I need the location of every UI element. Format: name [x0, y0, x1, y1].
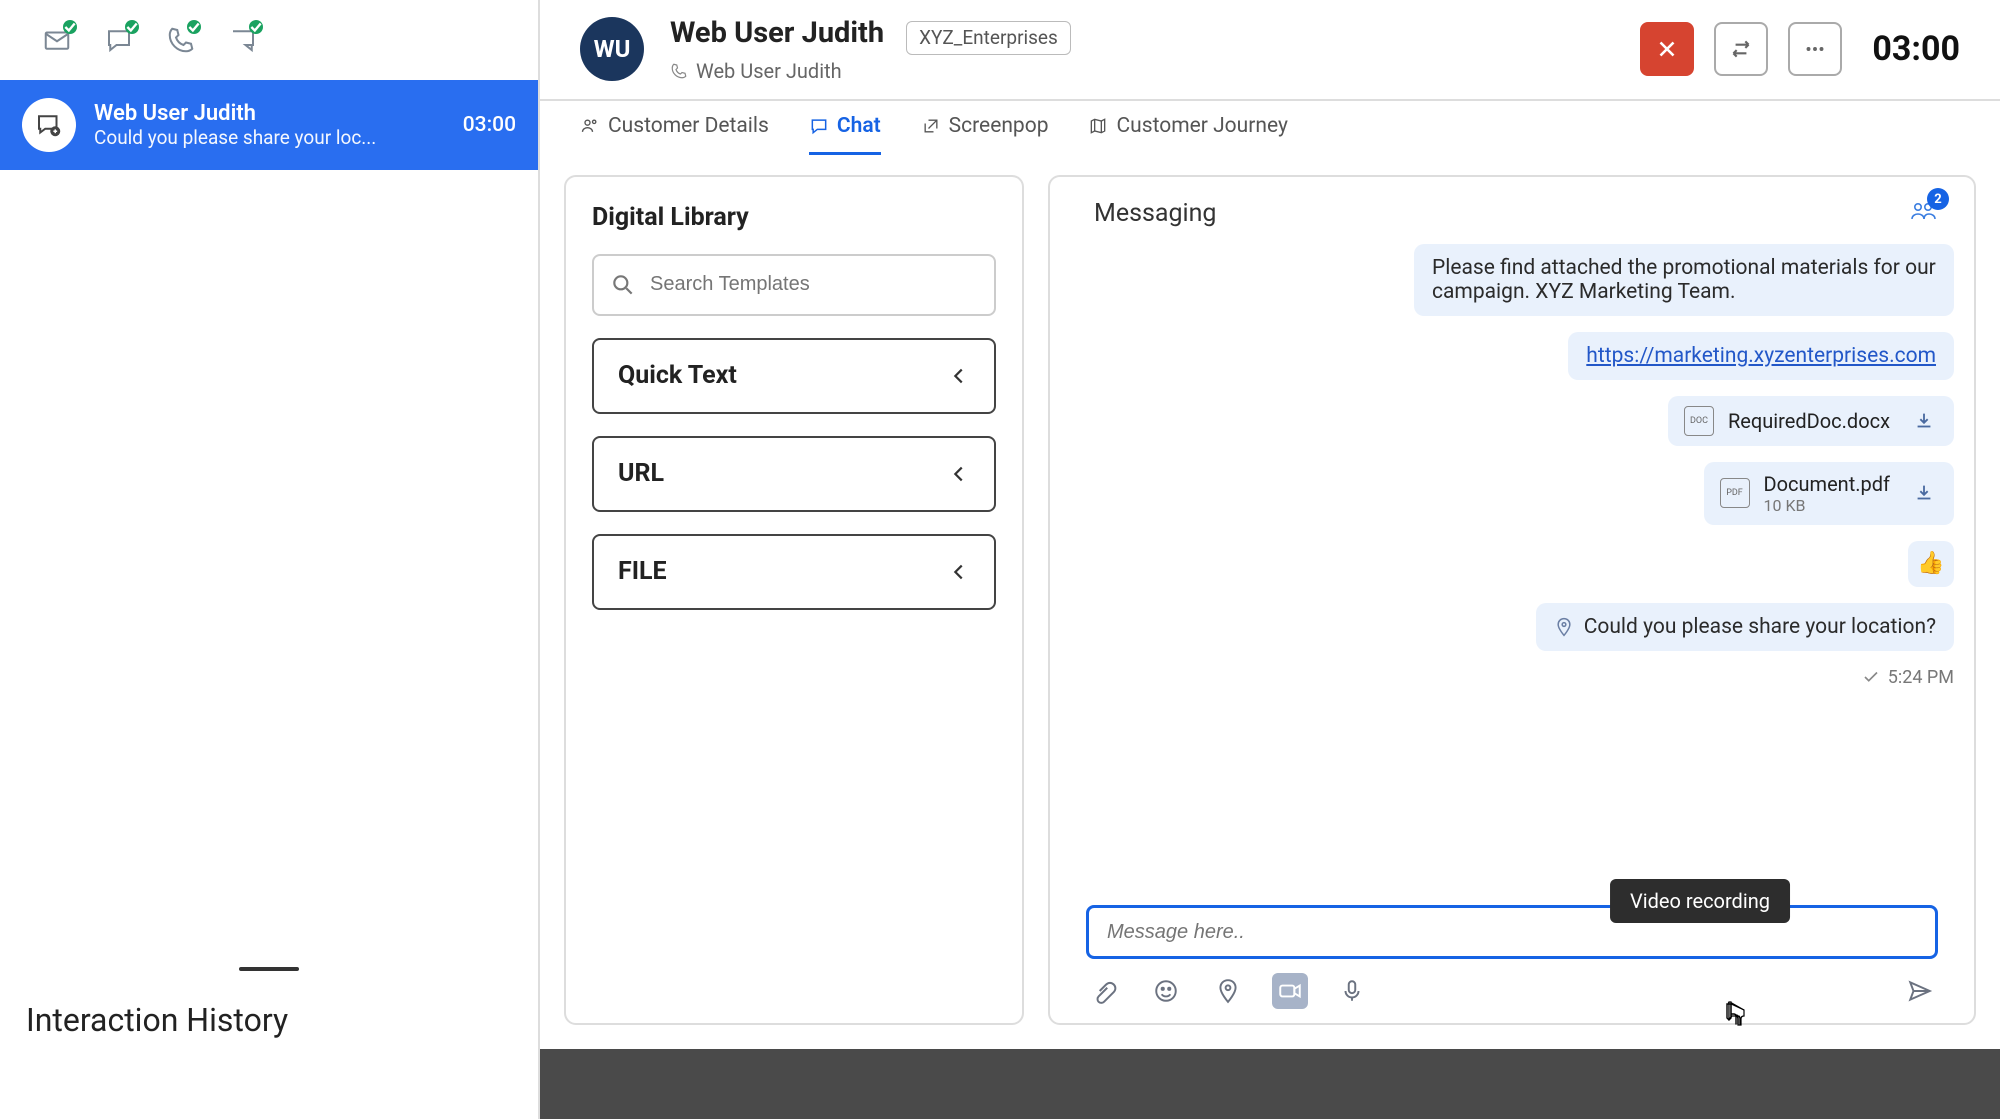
tab-chat[interactable]: Chat	[809, 101, 881, 155]
message-link[interactable]: https://marketing.xyzenterprises.com	[1568, 332, 1954, 380]
check-icon	[1862, 668, 1880, 686]
location-tool[interactable]	[1210, 973, 1246, 1009]
message-bubble: Please find attached the promotional mat…	[1414, 244, 1954, 316]
search-icon	[610, 272, 636, 298]
interaction-timer: 03:00	[1862, 29, 1960, 69]
download-icon[interactable]	[1910, 407, 1938, 435]
template-search[interactable]	[592, 254, 996, 316]
attachment-size: 10 KB	[1764, 496, 1891, 515]
outbound-chat-channel-icon[interactable]	[226, 23, 260, 57]
location-pin-icon	[1554, 617, 1574, 637]
library-row-file[interactable]: FILE	[592, 534, 996, 610]
tab-customer-details[interactable]: Customer Details	[580, 101, 769, 155]
user-icon	[580, 116, 600, 136]
interaction-history-header[interactable]: Interaction History	[0, 975, 538, 1119]
customer-subtitle: Web User Judith	[670, 59, 1614, 83]
attachment-name: RequiredDoc.docx	[1728, 409, 1890, 433]
transfer-button[interactable]	[1714, 22, 1768, 76]
chat-channel-icon[interactable]	[102, 23, 136, 57]
chevron-left-icon	[948, 463, 970, 485]
video-recording-tooltip: Video recording	[1610, 879, 1790, 923]
attachment-tool[interactable]	[1086, 973, 1122, 1009]
mail-channel-icon[interactable]	[40, 23, 74, 57]
close-interaction-button[interactable]	[1640, 22, 1694, 76]
compose-area: Video recording	[1050, 887, 1974, 1023]
conversation-time: 03:00	[463, 113, 516, 137]
participants-count: 2	[1927, 188, 1949, 210]
external-link-icon	[921, 116, 941, 136]
location-request-message: Could you please share your location?	[1536, 603, 1954, 651]
org-badge[interactable]: XYZ_Enterprises	[906, 21, 1071, 55]
customer-header: WU Web User Judith XYZ_Enterprises Web U…	[540, 0, 2000, 101]
phone-channel-icon[interactable]	[164, 23, 198, 57]
participants-button[interactable]: 2	[1910, 199, 1938, 227]
mouse-cursor-icon	[1720, 1001, 1746, 1029]
library-row-url[interactable]: URL	[592, 436, 996, 512]
digital-library-title: Digital Library	[592, 203, 996, 232]
channel-icons	[0, 0, 538, 80]
download-icon[interactable]	[1910, 479, 1938, 507]
library-row-quick-text[interactable]: Quick Text	[592, 338, 996, 414]
tabs: Customer Details Chat Screenpop Customer…	[540, 101, 2000, 155]
tab-customer-journey[interactable]: Customer Journey	[1088, 101, 1287, 155]
attachment-name: Document.pdf	[1764, 472, 1891, 496]
customer-avatar: WU	[580, 17, 644, 81]
emoji-tool[interactable]	[1148, 973, 1184, 1009]
chevron-left-icon	[948, 365, 970, 387]
left-panel: Web User Judith Could you please share y…	[0, 0, 540, 1119]
tab-screenpop[interactable]: Screenpop	[921, 101, 1049, 155]
attachment-row[interactable]: DOC RequiredDoc.docx	[1668, 396, 1954, 446]
phone-icon	[670, 62, 688, 80]
panel-drag-handle[interactable]	[0, 951, 538, 975]
template-search-input[interactable]	[650, 273, 978, 296]
customer-name: Web User Judith	[670, 16, 884, 50]
attachment-row[interactable]: PDF Document.pdf 10 KB	[1704, 462, 1955, 525]
send-button[interactable]	[1902, 973, 1938, 1009]
audio-tool[interactable]	[1334, 973, 1370, 1009]
message-reaction[interactable]: 👍	[1908, 541, 1954, 587]
chat-icon	[809, 116, 829, 136]
conversation-item-active[interactable]: Web User Judith Could you please share y…	[0, 80, 538, 170]
messages-scroll[interactable]: Please find attached the promotional mat…	[1050, 236, 1974, 887]
more-actions-button[interactable]	[1788, 22, 1842, 76]
video-recording-tool[interactable]	[1272, 973, 1308, 1009]
conversation-title: Web User Judith	[94, 101, 445, 126]
chevron-left-icon	[948, 561, 970, 583]
conversation-avatar-icon	[22, 98, 76, 152]
right-area: WU Web User Judith XYZ_Enterprises Web U…	[540, 0, 2000, 1119]
messaging-title: Messaging	[1094, 199, 1216, 228]
messaging-panel: Messaging 2 Please find attached the pro…	[1048, 175, 1976, 1025]
conversation-preview: Could you please share your loc...	[94, 126, 445, 149]
map-icon	[1088, 116, 1108, 136]
message-input[interactable]	[1086, 905, 1938, 959]
document-icon: PDF	[1720, 478, 1750, 508]
digital-library-panel: Digital Library Quick Text URL FILE	[564, 175, 1024, 1025]
message-timestamp: 5:24 PM	[1862, 667, 1954, 688]
document-icon: DOC	[1684, 406, 1714, 436]
footer-strip	[540, 1049, 2000, 1119]
